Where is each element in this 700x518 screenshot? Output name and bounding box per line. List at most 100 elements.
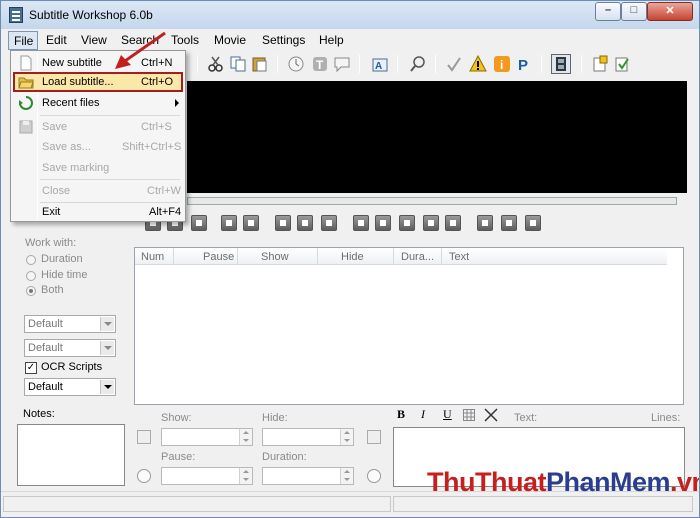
next-frame-button[interactable] — [321, 215, 337, 231]
duration-radio[interactable] — [26, 255, 36, 265]
duration-input[interactable] — [262, 467, 354, 485]
video-preview[interactable] — [187, 81, 687, 193]
minimize-icon: – — [604, 4, 612, 16]
recent-icon — [18, 95, 34, 111]
save-icon — [18, 119, 34, 135]
copy-icon[interactable] — [229, 55, 247, 73]
back-button[interactable] — [221, 215, 237, 231]
cut-icon[interactable] — [207, 55, 225, 73]
menu-file[interactable]: File — [8, 31, 38, 50]
menu-item-load-subtitle[interactable]: Load subtitle... Ctrl+O — [13, 72, 183, 92]
pause-button[interactable] — [191, 215, 207, 231]
column-header-text[interactable]: Text — [449, 251, 469, 263]
subtitle-2-button[interactable] — [501, 215, 517, 231]
rewind-button[interactable] — [275, 215, 291, 231]
shift-button[interactable] — [445, 215, 461, 231]
annotation-arrow — [115, 31, 166, 69]
spin-buttons[interactable] — [239, 468, 252, 484]
pause-input[interactable] — [161, 467, 253, 485]
italic-button[interactable]: I — [421, 407, 425, 422]
lines-label: Lines: — [651, 412, 681, 424]
clear-format-icon[interactable] — [484, 408, 498, 422]
clock-icon — [367, 469, 381, 483]
info-icon[interactable]: i — [493, 55, 511, 73]
menu-item-recent-files[interactable]: Recent files — [13, 93, 183, 113]
menu-bar: File Edit View Search Tools Movie Settin… — [1, 29, 699, 51]
subtitle-s-button[interactable] — [525, 215, 541, 231]
menu-item-exit[interactable]: Exit Alt+F4 — [13, 202, 183, 222]
menu-view[interactable]: View — [81, 33, 107, 47]
file-menu-dropdown: New subtitle Ctrl+N Load subtitle... Ctr… — [10, 50, 186, 222]
new-file-icon — [18, 55, 34, 71]
toolbar-separator — [397, 55, 398, 73]
maximize-button[interactable]: □ — [621, 2, 647, 21]
clock-icon — [137, 469, 151, 483]
menu-tools[interactable]: Tools — [171, 33, 199, 47]
column-header-duration[interactable]: Dura... — [401, 251, 434, 263]
seek-bar[interactable] — [187, 197, 677, 205]
subtitle-1-button[interactable] — [477, 215, 493, 231]
start-sub-button[interactable] — [399, 215, 415, 231]
minimize-button[interactable]: – — [595, 2, 621, 21]
input-fps-select[interactable]: Default — [24, 315, 116, 333]
chevron-down-icon — [100, 380, 114, 394]
menu-settings[interactable]: Settings — [262, 33, 305, 47]
underline-button[interactable]: U — [443, 407, 452, 422]
show-label: Show: — [161, 412, 192, 424]
set-show-time-button[interactable] — [137, 430, 151, 444]
mode-icon[interactable] — [591, 55, 609, 73]
show-time-input[interactable] — [161, 428, 253, 446]
hide-time-input[interactable] — [262, 428, 354, 446]
column-header-num[interactable]: Num — [141, 251, 164, 263]
translate-icon[interactable]: A — [371, 55, 389, 73]
svg-text:i: i — [500, 58, 503, 72]
column-separator — [441, 248, 442, 265]
warning-icon[interactable] — [469, 54, 487, 73]
subtitle-grid[interactable]: Num Pause Show Hide Dura... Text — [134, 247, 684, 405]
ocr-scripts-checkbox[interactable]: ✓ — [25, 362, 37, 374]
fps-select[interactable]: Default — [24, 339, 116, 357]
column-header-show[interactable]: Show — [261, 251, 289, 263]
set-start-button[interactable] — [353, 215, 369, 231]
hide-time-radio[interactable] — [26, 271, 36, 281]
duration-radio-label: Duration — [41, 253, 83, 265]
spin-buttons[interactable] — [239, 429, 252, 445]
comment-icon[interactable] — [333, 55, 351, 73]
spin-buttons[interactable] — [340, 468, 353, 484]
paste-icon[interactable] — [251, 55, 269, 73]
bold-button[interactable]: B — [397, 407, 405, 422]
menu-edit[interactable]: Edit — [46, 33, 67, 47]
text-icon[interactable]: T — [311, 55, 329, 73]
search-icon[interactable] — [409, 55, 427, 73]
app-icon — [9, 7, 23, 23]
video-preview-icon[interactable] — [551, 54, 571, 74]
menu-item-save: Save Ctrl+S — [13, 117, 183, 137]
menu-item-save-as: Save as... Shift+Ctrl+S — [42, 141, 182, 153]
column-header-hide[interactable]: Hide — [341, 251, 364, 263]
spin-buttons[interactable] — [340, 429, 353, 445]
column-header-pause[interactable]: Pause — [203, 251, 234, 263]
set-final-button[interactable] — [375, 215, 391, 231]
notes-textarea[interactable] — [17, 424, 125, 486]
end-sub-button[interactable] — [423, 215, 439, 231]
watermark: ThuThuatPhanMem.vn — [427, 467, 699, 497]
pascal-script-icon[interactable]: P — [515, 55, 533, 74]
both-radio[interactable] — [26, 286, 36, 296]
ocr-script-select[interactable]: Default — [24, 378, 116, 396]
color-grid-icon[interactable] — [463, 409, 475, 421]
forward-button[interactable] — [243, 215, 259, 231]
translator-mode-icon[interactable] — [613, 55, 631, 73]
spellcheck-icon[interactable] — [445, 55, 463, 73]
menu-item-close: Close Ctrl+W — [42, 185, 181, 197]
notes-label: Notes: — [23, 408, 55, 420]
pause-label: Pause: — [161, 451, 196, 463]
work-with-label: Work with: — [25, 237, 77, 249]
menu-movie[interactable]: Movie — [214, 33, 246, 47]
clock-icon[interactable] — [287, 55, 305, 73]
app-window: Subtitle Workshop 6.0b – □ ✕ File Edit V… — [0, 0, 700, 518]
close-button[interactable]: ✕ — [647, 2, 693, 21]
fast-forward-button[interactable] — [297, 215, 313, 231]
set-hide-time-button[interactable] — [367, 430, 381, 444]
menu-help[interactable]: Help — [319, 33, 344, 47]
title-bar: Subtitle Workshop 6.0b – □ ✕ — [1, 1, 699, 29]
